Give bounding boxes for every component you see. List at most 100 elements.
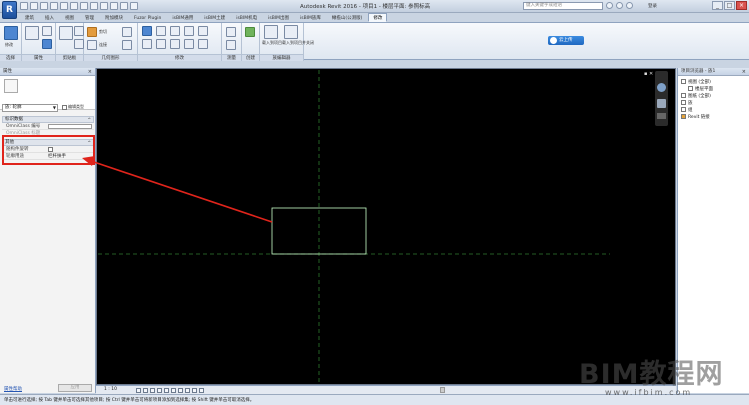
load-and-close-icon[interactable] <box>284 25 298 39</box>
type-properties-icon[interactable] <box>42 26 52 36</box>
measure-icon[interactable] <box>70 2 78 10</box>
load-into-project-label[interactable]: 载入到项目 <box>262 40 282 46</box>
tab-isbim-drawing[interactable]: isBIM出图 <box>263 13 294 22</box>
mirror-draw-icon[interactable] <box>184 26 194 36</box>
family-category-icon[interactable] <box>42 39 52 49</box>
tab-view[interactable]: 视图 <box>60 13 79 22</box>
tag-icon[interactable] <box>80 2 88 10</box>
tree-item-sheets[interactable]: 图纸 (全部) <box>681 93 711 99</box>
measure-tool-icon[interactable] <box>226 27 236 37</box>
copy-element-icon[interactable] <box>156 39 166 49</box>
group-label: 剪贴板 <box>56 54 83 61</box>
ribbon-panel: 修改 选择 属性 剪贴板 剪切 连接 几何图形 修改 测量 创建 载入到项目 载… <box>0 22 749 61</box>
tree-item-views[interactable]: 视图 (全部) <box>681 79 711 85</box>
subscription-icon[interactable] <box>616 2 623 9</box>
rotate-icon[interactable] <box>170 39 180 49</box>
save-icon[interactable] <box>30 2 38 10</box>
print-icon[interactable] <box>60 2 68 10</box>
section-icon[interactable] <box>110 2 118 10</box>
paint-icon[interactable] <box>122 40 132 50</box>
text-icon[interactable] <box>90 2 98 10</box>
tab-olive-mountain[interactable]: 橄榄山(公测版) <box>327 13 368 22</box>
help-search-input[interactable]: 键入关键字或短语 <box>523 2 603 10</box>
tab-modify[interactable]: 修改 <box>368 13 388 22</box>
properties-help-link[interactable]: 属性帮助 <box>4 386 22 392</box>
split-face-icon[interactable] <box>122 27 132 37</box>
load-into-project-icon[interactable] <box>264 25 278 39</box>
tree-item-floor-plans[interactable]: 楼层平面 <box>688 86 713 92</box>
cut-label[interactable]: 剪切 <box>99 29 107 35</box>
tab-addins[interactable]: 附加模块 <box>100 13 128 22</box>
offset-icon[interactable] <box>156 26 166 36</box>
tree-item-revit-links[interactable]: Revit 链接 <box>681 114 710 120</box>
redo-icon[interactable] <box>50 2 58 10</box>
highlight-displacement-icon[interactable] <box>199 388 204 393</box>
crop-view-icon[interactable] <box>164 388 169 393</box>
tab-create[interactable]: 建筑 <box>20 13 39 22</box>
omniclass-number-field[interactable] <box>48 124 92 129</box>
section-identity-data[interactable]: 标识数据 ^ <box>2 116 94 123</box>
shadows-icon[interactable] <box>157 388 162 393</box>
modify-arrow-icon[interactable] <box>4 26 18 40</box>
close-button[interactable]: × <box>736 1 747 10</box>
nav-options-icon[interactable] <box>657 113 666 119</box>
cut-icon[interactable] <box>74 26 84 36</box>
tab-manage[interactable]: 管理 <box>80 13 99 22</box>
properties-icon[interactable] <box>25 26 39 40</box>
search-icon[interactable] <box>606 2 613 9</box>
tab-isbim-library[interactable]: isBIM族库 <box>295 13 326 22</box>
array-icon[interactable] <box>198 39 208 49</box>
tab-isbim-civil[interactable]: isBIM土建 <box>199 13 230 22</box>
maximize-button[interactable]: □ <box>724 1 735 10</box>
move-icon[interactable] <box>142 39 152 49</box>
tree-item-families[interactable]: 族 <box>681 100 693 106</box>
tree-item-label: 族 <box>688 101 693 106</box>
undo-icon[interactable] <box>40 2 48 10</box>
application-menu-button[interactable]: R <box>2 1 17 19</box>
show-crop-icon[interactable] <box>171 388 176 393</box>
canvas-window-controls[interactable]: ▪ ✕ <box>644 71 653 77</box>
cloud-upload-button[interactable]: 云上传 <box>548 36 584 45</box>
mirror-axis-icon[interactable] <box>170 26 180 36</box>
horizontal-scrollbar-thumb[interactable] <box>440 387 445 393</box>
analytical-model-icon[interactable] <box>192 388 197 393</box>
close-windows-icon[interactable] <box>130 2 138 10</box>
open-icon[interactable] <box>20 2 28 10</box>
drawing-canvas[interactable] <box>96 68 676 385</box>
close-icon[interactable]: × <box>742 68 746 76</box>
split-icon[interactable] <box>198 26 208 36</box>
collapse-icon[interactable]: ^ <box>88 117 91 122</box>
reveal-hidden-icon[interactable] <box>185 388 190 393</box>
zoom-icon[interactable] <box>657 99 666 108</box>
create-icon[interactable] <box>245 27 255 37</box>
paste-icon[interactable] <box>59 26 73 40</box>
copy-icon[interactable] <box>74 39 84 49</box>
sun-path-icon[interactable] <box>150 388 155 393</box>
join-label[interactable]: 连接 <box>99 42 107 48</box>
tab-fuzor[interactable]: Fuzor Plugin <box>129 13 166 22</box>
load-and-close-label[interactable]: 载入到项目并关闭 <box>282 40 314 46</box>
tab-isbim-mep[interactable]: isBIM机电 <box>231 13 262 22</box>
edit-type-button[interactable]: 编辑类型 <box>62 104 84 110</box>
tree-item-groups[interactable]: 组 <box>681 107 693 113</box>
join-icon[interactable] <box>87 40 97 50</box>
tab-insert[interactable]: 插入 <box>40 13 59 22</box>
apply-button[interactable]: 应用 <box>58 384 92 392</box>
sign-in-link[interactable]: 登录 <box>648 3 657 9</box>
visual-style-icon[interactable] <box>143 388 148 393</box>
thin-lines-icon[interactable] <box>120 2 128 10</box>
close-icon[interactable]: × <box>88 68 92 76</box>
steering-wheel-icon[interactable] <box>657 83 666 92</box>
type-selector-dropdown[interactable]: 族: 轮廓 ▼ <box>2 104 58 112</box>
tab-isbim-general[interactable]: isBIM通用 <box>167 13 198 22</box>
trim-icon[interactable] <box>184 39 194 49</box>
dimension-icon[interactable] <box>226 40 236 50</box>
3d-view-icon[interactable] <box>100 2 108 10</box>
align-icon[interactable] <box>142 26 152 36</box>
communication-icon[interactable] <box>626 2 633 9</box>
cope-icon[interactable] <box>87 27 97 37</box>
temporary-hide-icon[interactable] <box>178 388 183 393</box>
view-scale[interactable]: 1 : 10 <box>104 387 117 392</box>
detail-level-icon[interactable] <box>136 388 141 393</box>
minimize-button[interactable]: _ <box>712 1 723 10</box>
